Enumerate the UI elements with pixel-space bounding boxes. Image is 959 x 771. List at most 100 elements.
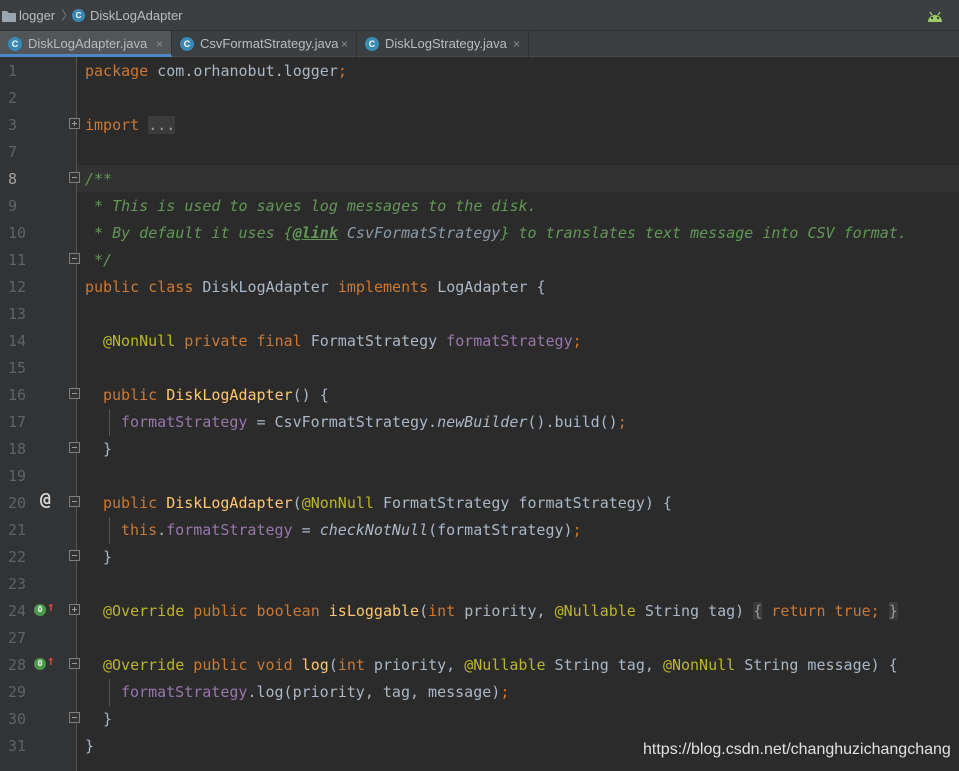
code-line[interactable]: * By default it uses {@link CsvFormatStr… [85,220,907,247]
code-line[interactable]: @Override public boolean isLoggable(int … [103,598,898,625]
collapse-fold-icon[interactable] [69,253,80,264]
code-line[interactable]: } [103,544,112,571]
static-method: checkNotNull [319,521,429,539]
line-number: 8 [8,170,18,188]
tab-csvformatstrategy[interactable]: C CsvFormatStrategy.java × [172,31,357,57]
collapse-fold-icon[interactable] [69,712,80,723]
keyword: public [103,494,158,512]
code-line[interactable]: @NonNull private final FormatStrategy fo… [103,328,582,355]
method-name: isLoggable [319,602,420,620]
class-icon: C [8,37,22,51]
tab-disklogadapter[interactable]: C DiskLogAdapter.java × [0,31,172,57]
semicolon: ; [617,413,627,431]
code-line[interactable]: package com.orhanobut.logger; [85,58,347,85]
line-number: 27 [8,629,27,647]
doc-comment: */ [85,251,113,269]
folded-brace[interactable]: { [753,602,763,620]
line-number: 15 [8,359,27,377]
code-line[interactable]: } [85,733,94,760]
code-text: String message) { [735,656,898,674]
class-icon: C [180,37,194,51]
code-line[interactable]: /** [85,166,112,193]
code-line[interactable]: */ [85,247,112,274]
code-line[interactable]: import ... [85,112,176,139]
code-line[interactable]: this.formatStrategy = checkNotNull(forma… [121,517,582,544]
line-number: 17 [8,413,27,431]
expand-fold-icon[interactable] [69,118,80,129]
brace: } [85,737,95,755]
collapse-fold-icon[interactable] [69,442,80,453]
code-line[interactable]: } [103,706,112,733]
indent-guide [109,679,116,706]
code-line[interactable]: formatStrategy = CsvFormatStrategy.newBu… [121,409,627,436]
doc-link-ref[interactable]: CsvFormatStrategy [338,224,501,242]
line-number: 9 [8,197,18,215]
collapse-fold-icon[interactable] [69,658,80,669]
keyword: package [85,62,149,80]
code-line[interactable]: @Override public void log(int priority, … [103,652,898,679]
code-text: = [292,521,320,539]
tab-disklogstrategy[interactable]: C DiskLogStrategy.java × [357,31,529,57]
close-icon[interactable]: × [341,31,348,57]
watermark: https://blog.csdn.net/changhuzichangchan… [643,741,951,758]
type-name: FormatStrategy [301,332,438,350]
brace: } [103,710,113,728]
semicolon: ; [572,521,582,539]
line-number: 3 [8,116,18,134]
tab-label: DiskLogAdapter.java [28,36,148,51]
semicolon: ; [500,683,510,701]
code-line[interactable]: public DiskLogAdapter(@NonNull FormatStr… [103,490,672,517]
package-name: com.orhanobut.logger [148,62,338,80]
collapse-fold-icon[interactable] [69,172,80,183]
doc-link-tag[interactable]: @link [293,224,338,242]
override-icon[interactable]: O ↑ [34,600,56,619]
folded-brace[interactable]: } [888,602,898,620]
at-icon[interactable]: @ [40,490,60,510]
keyword: int [428,602,456,620]
static-method: newBuilder [437,413,528,431]
current-line-highlight [77,165,959,192]
keyword: import [85,116,140,134]
android-icon[interactable] [926,9,944,23]
collapse-fold-icon[interactable] [69,388,80,399]
brace: } [103,548,113,566]
line-number: 11 [8,251,27,269]
collapse-fold-icon[interactable] [69,496,80,507]
line-number: 16 [8,386,27,404]
close-icon[interactable]: × [156,31,163,57]
collapse-fold-icon[interactable] [69,550,80,561]
field-name: formatStrategy [166,521,293,539]
annotation: @Override [103,656,185,674]
expand-fold-icon[interactable] [69,604,80,615]
line-number: 23 [8,575,27,593]
method-name: DiskLogAdapter [157,386,293,404]
annotation: @Override [103,602,185,620]
keyword: public void [184,656,293,674]
class-icon: C [72,9,85,22]
line-number: 13 [8,305,27,323]
code-line[interactable]: formatStrategy.log(priority, tag, messag… [121,679,509,706]
line-number: 18 [8,440,27,458]
doc-comment: /** [85,170,113,188]
line-number: 30 [8,710,27,728]
breadcrumb-folder-label: logger [19,8,56,23]
code-line[interactable]: } [103,436,112,463]
keyword: return true [762,602,871,620]
semicolon: ; [572,332,582,350]
code-text: priority, [455,602,555,620]
semicolon: ; [870,602,880,620]
close-icon[interactable]: × [513,31,520,57]
code-line[interactable]: public class DiskLogAdapter implements L… [85,274,546,301]
class-name: DiskLogAdapter [193,278,329,296]
indent-guide [109,409,116,436]
line-number: 28 [8,656,27,674]
folded-imports[interactable]: ... [148,116,176,134]
semicolon: ; [337,62,347,80]
override-icon[interactable]: O ↑ [34,654,56,673]
code-line[interactable]: public DiskLogAdapter() { [103,382,329,409]
line-number: 29 [8,683,27,701]
code-line[interactable]: * This is used to saves log messages to … [85,193,537,220]
line-number: 14 [8,332,27,350]
code-text: String tag, [545,656,663,674]
navigation-bar: logger 〉 C DiskLogAdapter [0,0,959,31]
